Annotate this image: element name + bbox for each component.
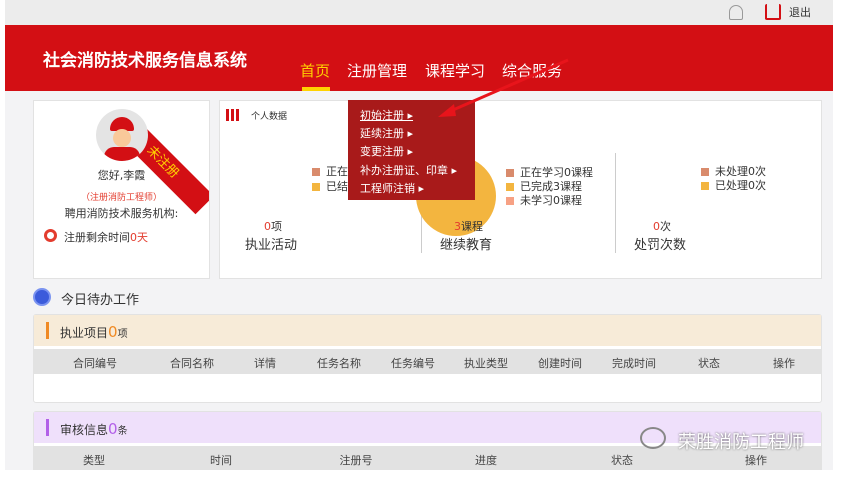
practice-panel: 执业项目0项 合同编号 合同名称 详情 任务名称 任务编号 执业类型 创建时间 完成时间 状态 操… — [33, 314, 822, 403]
column-header: 操作 — [773, 357, 795, 370]
practice-panel-header: 执业项目0项 — [34, 315, 821, 346]
column-header: 时间 — [210, 454, 232, 467]
column-header: 注册号 — [339, 454, 373, 467]
watermark: 荣胜消防工程师 — [678, 432, 804, 453]
column-header: 合同名称 — [170, 357, 214, 370]
column-header: 任务名称 — [317, 357, 361, 370]
column-header: 创建时间 — [538, 357, 582, 370]
column-header: 操作 — [745, 454, 767, 467]
column-header: 执业类型 — [464, 357, 508, 370]
practice-table-header: 合同编号 合同名称 详情 任务名称 任务编号 执业类型 创建时间 完成时间 状态 操作 — [34, 349, 821, 374]
column-header: 完成时间 — [612, 357, 656, 370]
column-header: 合同编号 — [73, 357, 117, 370]
column-header: 状态 — [698, 357, 720, 370]
column-header: 类型 — [83, 454, 105, 467]
column-header: 进度 — [475, 454, 497, 467]
bottom-edge — [0, 470, 853, 479]
todo-title: 今日待办工作 — [61, 293, 140, 308]
alarm-clock-icon — [33, 288, 51, 306]
column-header: 详情 — [254, 357, 276, 370]
annotation-arrow — [438, 58, 569, 117]
wechat-icon — [640, 427, 666, 449]
column-header: 状态 — [611, 454, 633, 467]
column-header: 任务编号 — [391, 357, 435, 370]
